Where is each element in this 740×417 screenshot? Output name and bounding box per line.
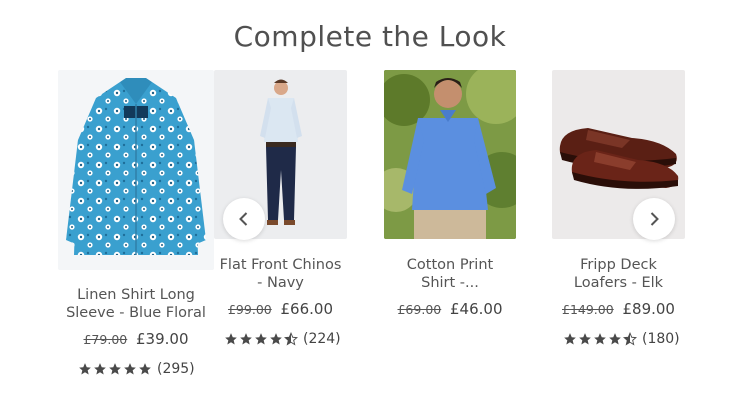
- review-count: (224): [303, 331, 341, 347]
- rating-stars: [563, 332, 638, 346]
- product-name-line1: Fripp Deck: [580, 257, 657, 273]
- product-name[interactable]: Fripp Deck Loafers - Elk: [552, 256, 685, 292]
- star-full-icon: [79, 363, 91, 375]
- product-name-line2: Shirt -...: [421, 275, 479, 291]
- star-full-icon: [270, 333, 282, 345]
- sale-price: £89.00: [622, 300, 675, 318]
- star-full-icon: [255, 333, 267, 345]
- product-rating: (295): [78, 361, 195, 377]
- review-count: (295): [157, 361, 195, 377]
- chevron-left-icon: [239, 212, 248, 226]
- product-price: £99.00 £66.00: [209, 300, 352, 318]
- product-rating: (224): [224, 331, 341, 347]
- sale-price: £66.00: [280, 300, 334, 318]
- cotton-print-shirt-model-image[interactable]: [384, 70, 516, 239]
- product-price: £149.00 £89.00: [547, 300, 690, 318]
- star-half-icon: [623, 332, 637, 346]
- star-full-icon: [579, 333, 591, 345]
- star-full-icon: [109, 363, 121, 375]
- rating-stars: [224, 332, 299, 346]
- star-full-icon: [94, 363, 106, 375]
- old-price: £79.00: [83, 332, 128, 347]
- carousel-prev-button[interactable]: [223, 198, 265, 240]
- product-name-line1: Linen Shirt Long: [77, 287, 195, 303]
- chevron-right-icon: [650, 212, 659, 226]
- product-name[interactable]: Cotton Print Shirt -...: [384, 256, 516, 292]
- product-name-line1: Cotton Print: [406, 257, 494, 273]
- star-full-icon: [124, 363, 136, 375]
- sale-price: £39.00: [136, 330, 189, 348]
- star-full-icon: [225, 333, 237, 345]
- product-name[interactable]: Linen Shirt Long Sleeve - Blue Floral: [58, 286, 214, 322]
- old-price: £99.00: [227, 302, 272, 317]
- old-price: £149.00: [562, 302, 614, 317]
- section-title: Complete the Look: [233, 20, 507, 53]
- star-full-icon: [609, 333, 621, 345]
- product-rating: (180): [563, 331, 680, 347]
- blue-floral-shirt-image[interactable]: [58, 70, 214, 270]
- product-name-line2: Sleeve - Blue Floral: [66, 305, 206, 321]
- review-count: (180): [642, 331, 680, 347]
- product-name-line2: - Navy: [257, 275, 304, 291]
- star-full-icon: [594, 333, 606, 345]
- product-price: £69.00 £46.00: [379, 300, 521, 318]
- sale-price: £46.00: [450, 300, 503, 318]
- star-full-icon: [564, 333, 576, 345]
- product-price: £79.00 £39.00: [58, 330, 214, 348]
- product-name-line1: Flat Front Chinos: [219, 257, 342, 273]
- old-price: £69.00: [397, 302, 442, 317]
- star-half-icon: [284, 332, 298, 346]
- rating-stars: [78, 362, 153, 376]
- product-name[interactable]: Flat Front Chinos - Navy: [214, 256, 347, 292]
- star-full-icon: [139, 363, 151, 375]
- star-full-icon: [240, 333, 252, 345]
- product-name-line2: Loafers - Elk: [573, 275, 664, 291]
- carousel-next-button[interactable]: [633, 198, 675, 240]
